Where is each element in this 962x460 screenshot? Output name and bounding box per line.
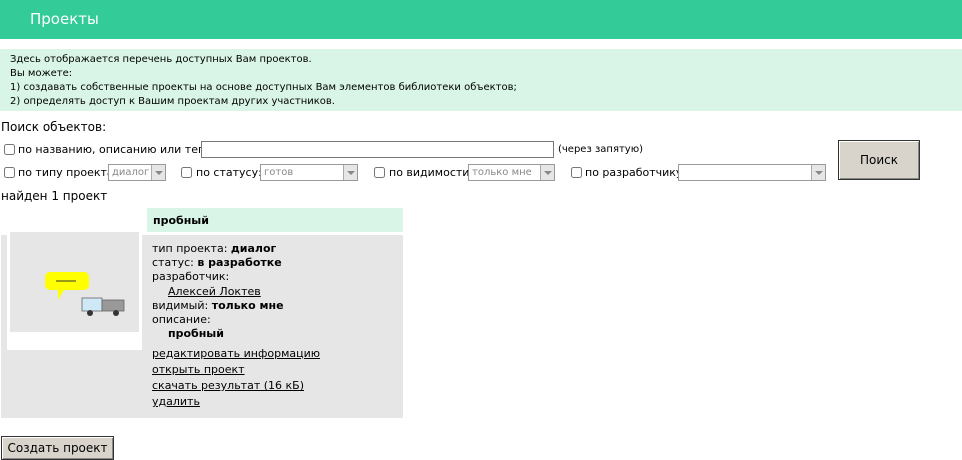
project-type: тип проекта: диалог xyxy=(152,242,276,255)
info-line: 2) определять доступ к Вашим проектам др… xyxy=(10,96,335,107)
visible-label: видимый: xyxy=(152,299,209,312)
project-visibility: видимый: только мне xyxy=(152,299,284,312)
by-visibility-checkbox[interactable] xyxy=(374,167,385,178)
project-title: пробный xyxy=(153,214,209,227)
truck-wheel xyxy=(87,310,93,316)
type-select[interactable]: диалог xyxy=(108,164,166,181)
chevron-down-icon xyxy=(343,165,357,180)
description-label: описание: xyxy=(152,313,211,326)
by-developer-checkbox[interactable] xyxy=(571,167,582,178)
visible-value: только мне xyxy=(211,299,284,312)
open-project-link[interactable]: открыть проект xyxy=(152,363,245,376)
by-visibility-label: по видимости: xyxy=(389,166,474,179)
by-type-label: по типу проекта: xyxy=(18,166,118,179)
status-select[interactable]: готов xyxy=(260,164,358,181)
project-status: статус: в разработке xyxy=(152,256,282,269)
by-name-label: по названию, описанию или тегам: xyxy=(18,143,223,156)
info-line: Вы можете: xyxy=(10,68,73,79)
info-box: Здесь отображается перечень доступных Ва… xyxy=(0,49,962,111)
chevron-down-icon xyxy=(540,165,554,180)
found-count: найден 1 проект xyxy=(1,189,108,203)
search-title: Поиск объектов: xyxy=(1,120,107,134)
status-select-value: готов xyxy=(264,167,294,178)
edit-info-link[interactable]: редактировать информацию xyxy=(152,347,320,360)
status-value: в разработке xyxy=(197,256,282,269)
truck-wheel xyxy=(113,310,119,316)
page-header: Проекты xyxy=(0,0,962,39)
developer-link[interactable]: Алексей Локтев xyxy=(168,285,261,298)
truck-cab xyxy=(81,297,103,312)
status-label: статус: xyxy=(152,256,194,269)
delete-link[interactable]: удалить xyxy=(152,395,200,408)
dialog-scene-image xyxy=(45,272,125,316)
chevron-down-icon xyxy=(151,165,165,180)
project-thumbnail[interactable] xyxy=(7,230,142,350)
download-result-link[interactable]: скачать результат (16 кБ) xyxy=(152,379,304,392)
info-line: Здесь отображается перечень доступных Ва… xyxy=(10,54,312,65)
card-spacer xyxy=(1,208,147,232)
by-developer-label: по разработчику: xyxy=(585,166,687,179)
developer-label: разработчик: xyxy=(152,270,230,283)
search-button[interactable]: Поиск xyxy=(838,140,920,180)
type-value: диалог xyxy=(230,242,277,255)
thumbnail-image xyxy=(10,232,139,332)
by-status-checkbox[interactable] xyxy=(181,167,192,178)
search-text-input[interactable] xyxy=(201,141,554,158)
speech-bubble xyxy=(45,272,89,300)
by-status-label: по статусу: xyxy=(196,166,262,179)
by-name-checkbox[interactable] xyxy=(4,144,15,155)
truck-body xyxy=(101,299,125,312)
info-line: 1) создавать собственные проекты на осно… xyxy=(10,82,517,93)
type-label: тип проекта: xyxy=(152,242,228,255)
developer-select[interactable] xyxy=(678,164,826,181)
chevron-down-icon xyxy=(811,165,825,180)
create-project-button[interactable]: Создать проект xyxy=(1,436,114,460)
project-title-bar: пробный xyxy=(147,208,403,232)
visibility-select[interactable]: только мне xyxy=(468,164,555,181)
page-title: Проекты xyxy=(30,10,99,28)
type-select-value: диалог xyxy=(112,167,150,178)
by-type-checkbox[interactable] xyxy=(4,167,15,178)
visibility-select-value: только мне xyxy=(472,167,532,178)
comma-hint: (через запятую) xyxy=(558,144,644,155)
description-value: пробный xyxy=(168,327,224,340)
